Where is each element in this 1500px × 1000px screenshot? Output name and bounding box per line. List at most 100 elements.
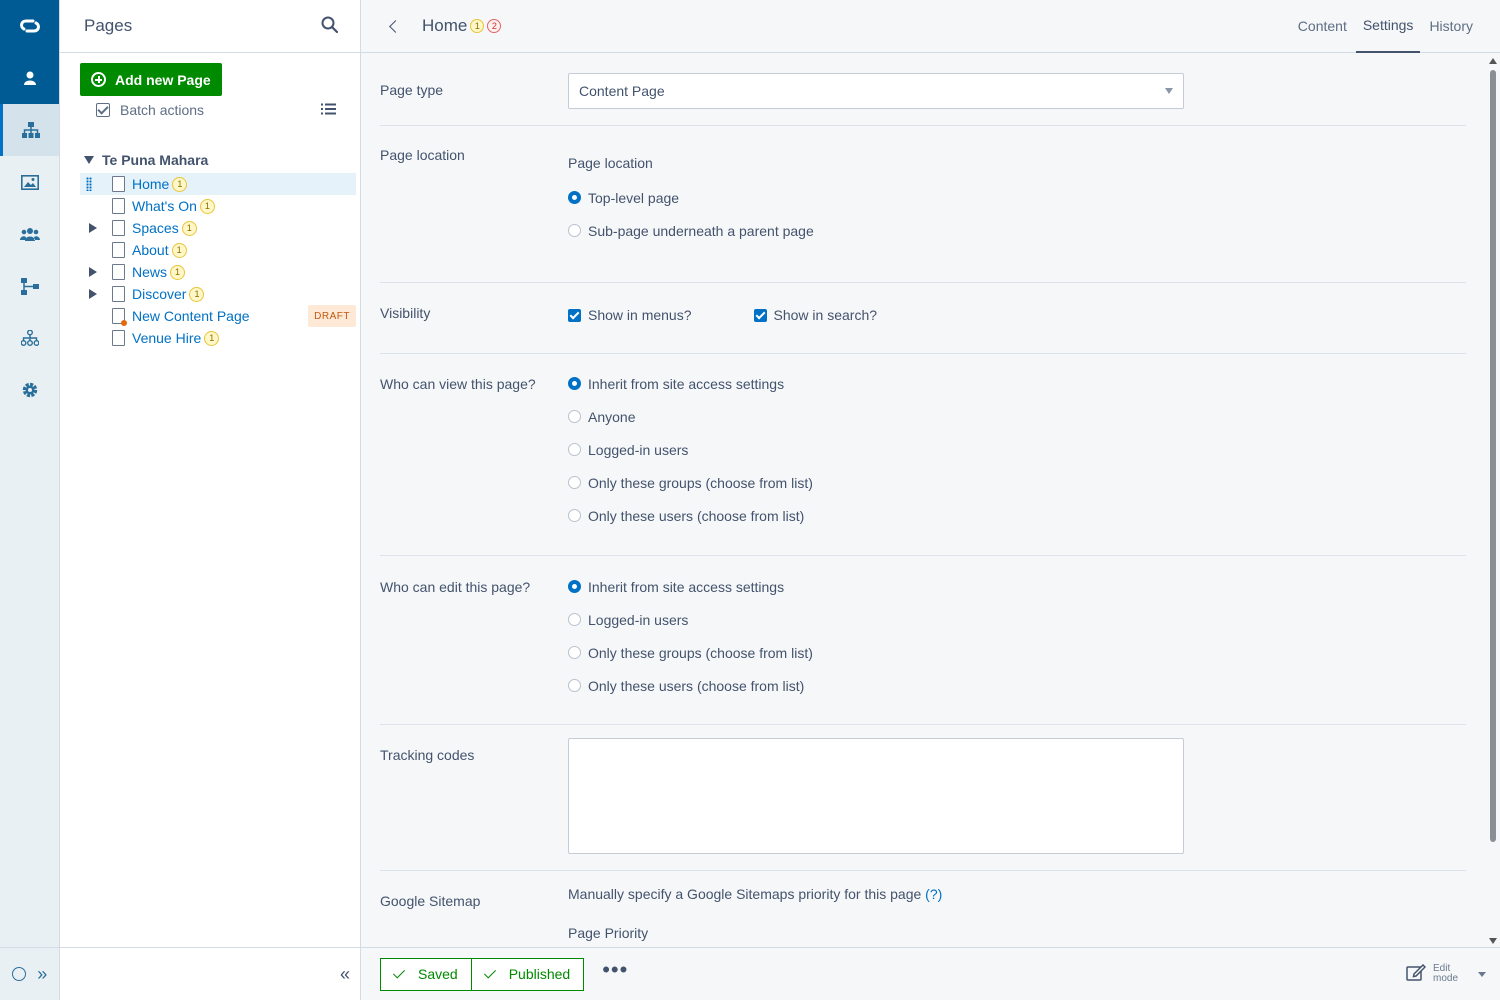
tab-history[interactable]: History (1422, 0, 1480, 53)
tree-node-label[interactable]: Venue Hire (132, 330, 201, 346)
scrollbar[interactable] (1488, 58, 1498, 944)
user-icon[interactable] (0, 52, 59, 104)
tree-node-discover[interactable]: Discover 1 (80, 283, 356, 305)
help-link[interactable]: (?) (925, 886, 942, 902)
tree-node-about[interactable]: About 1 (80, 239, 356, 261)
checkbox-checked[interactable] (753, 308, 767, 322)
tree-node-label[interactable]: About (132, 242, 169, 258)
saved-button[interactable]: Saved (380, 957, 472, 991)
tracking-codes-textarea[interactable] (568, 738, 1184, 854)
tree-node-label[interactable]: Spaces (132, 220, 179, 236)
logo-icon[interactable] (0, 0, 59, 52)
google-sitemap-description: Manually specify a Google Sitemaps prior… (568, 886, 943, 902)
tree-node-label[interactable]: What's On (132, 198, 197, 214)
tree-node-label[interactable]: Home (132, 176, 169, 192)
expand-menu-icon[interactable]: » (37, 964, 47, 985)
radio-sub-page[interactable]: Sub-page underneath a parent page (568, 214, 1466, 247)
radio-button[interactable] (568, 580, 581, 593)
scroll-up-icon[interactable] (1489, 58, 1497, 64)
radio-label: Only these groups (choose from list) (588, 644, 813, 661)
radio-button[interactable] (568, 410, 581, 423)
checkbox-icon[interactable] (96, 103, 110, 117)
more-options-icon[interactable]: ••• (602, 959, 628, 981)
collapse-panel-icon[interactable]: « (340, 964, 350, 985)
radio-view-logged-in[interactable]: Logged-in users (568, 433, 1466, 466)
chevron-down-icon[interactable] (1478, 971, 1486, 977)
radio-view-anyone[interactable]: Anyone (568, 400, 1466, 433)
radio-button[interactable] (568, 377, 581, 390)
tree-node-spaces[interactable]: Spaces 1 (80, 217, 356, 239)
radio-top-level-page[interactable]: Top-level page (568, 181, 1466, 214)
tracking-codes-label: Tracking codes (380, 747, 475, 763)
radio-button[interactable] (568, 646, 581, 659)
tree-node-whats-on[interactable]: What's On 1 (80, 195, 356, 217)
radio-button[interactable] (568, 509, 581, 522)
tree-node-home[interactable]: Home 1 (80, 173, 356, 195)
add-new-page-button[interactable]: Add new Page (80, 63, 222, 96)
hierarchy-icon[interactable] (0, 312, 59, 364)
radio-button[interactable] (568, 224, 581, 237)
radio-view-groups[interactable]: Only these groups (choose from list) (568, 466, 1466, 499)
page-icon (112, 176, 125, 192)
checkbox-label: Show in search? (773, 307, 878, 323)
radio-button[interactable] (568, 613, 581, 626)
tree-root[interactable]: Te Puna Mahara (80, 150, 356, 170)
drag-handle-icon[interactable] (86, 177, 92, 191)
scrollbar-thumb[interactable] (1490, 70, 1496, 842)
collapse-triangle-icon[interactable] (84, 156, 94, 164)
gear-icon[interactable] (0, 364, 59, 416)
plus-circle-icon (91, 72, 106, 87)
radio-edit-logged-in[interactable]: Logged-in users (568, 603, 1466, 636)
page-type-label: Page type (380, 82, 444, 98)
version-badge: 1 (181, 220, 197, 236)
radio-label: Sub-page underneath a parent page (588, 222, 814, 239)
radio-view-users[interactable]: Only these users (choose from list) (568, 499, 1466, 532)
page-type-select[interactable]: Content Page (568, 73, 1184, 109)
tree-node-label[interactable]: Discover (132, 286, 186, 302)
workflow-icon[interactable] (0, 260, 59, 312)
radio-button[interactable] (568, 191, 581, 204)
radio-label: Top-level page (588, 189, 680, 206)
search-icon[interactable] (321, 16, 339, 36)
users-group-icon[interactable] (0, 208, 59, 260)
tab-content[interactable]: Content (1291, 0, 1354, 53)
radio-button[interactable] (568, 443, 581, 456)
radio-label: Only these users (choose from list) (588, 677, 805, 694)
expand-triangle-icon[interactable] (80, 267, 110, 277)
show-in-search-checkbox[interactable]: Show in search? (753, 305, 878, 325)
rail-footer: » (0, 947, 59, 1000)
radio-view-inherit[interactable]: Inherit from site access settings (568, 367, 1466, 400)
image-icon[interactable] (0, 156, 59, 208)
tree-node-venue-hire[interactable]: Venue Hire 1 (80, 327, 356, 349)
list-view-icon[interactable] (321, 102, 336, 118)
save-publish-group: Saved Published (380, 957, 585, 991)
tree-node-label[interactable]: New Content Page (132, 308, 250, 324)
circle-icon[interactable] (11, 967, 26, 981)
tree-node-news[interactable]: News 1 (80, 261, 356, 283)
radio-edit-inherit[interactable]: Inherit from site access settings (568, 570, 1466, 603)
show-in-menus-checkbox[interactable]: Show in menus? (568, 305, 692, 325)
edit-mode-toggle[interactable]: Edit mode (1406, 964, 1486, 984)
sitetree-icon[interactable] (0, 104, 59, 156)
chevron-down-icon (1165, 88, 1173, 94)
batch-actions[interactable]: Batch actions (96, 102, 336, 118)
version-badge-alert: 2 (487, 19, 502, 33)
radio-button[interactable] (568, 679, 581, 692)
back-chevron-icon[interactable] (389, 19, 402, 33)
published-button[interactable]: Published (471, 957, 585, 991)
page-icon (112, 330, 125, 346)
settings-form: Page type Content Page Page location Pag… (380, 53, 1466, 947)
tab-settings[interactable]: Settings (1355, 0, 1421, 53)
tree-node-label[interactable]: News (132, 264, 167, 280)
radio-button[interactable] (568, 476, 581, 489)
radio-edit-users[interactable]: Only these users (choose from list) (568, 669, 1466, 702)
radio-label: Only these users (choose from list) (588, 507, 805, 524)
version-badge: 1 (204, 330, 220, 346)
expand-triangle-icon[interactable] (80, 223, 110, 233)
scroll-down-icon[interactable] (1489, 938, 1497, 944)
checkbox-checked[interactable] (568, 308, 581, 322)
who-can-edit-row: Who can edit this page? Inherit from sit… (380, 556, 1466, 725)
radio-edit-groups[interactable]: Only these groups (choose from list) (568, 636, 1466, 669)
expand-triangle-icon[interactable] (80, 289, 110, 299)
tree-node-new-content-page[interactable]: New Content Page DRAFT (80, 305, 356, 327)
